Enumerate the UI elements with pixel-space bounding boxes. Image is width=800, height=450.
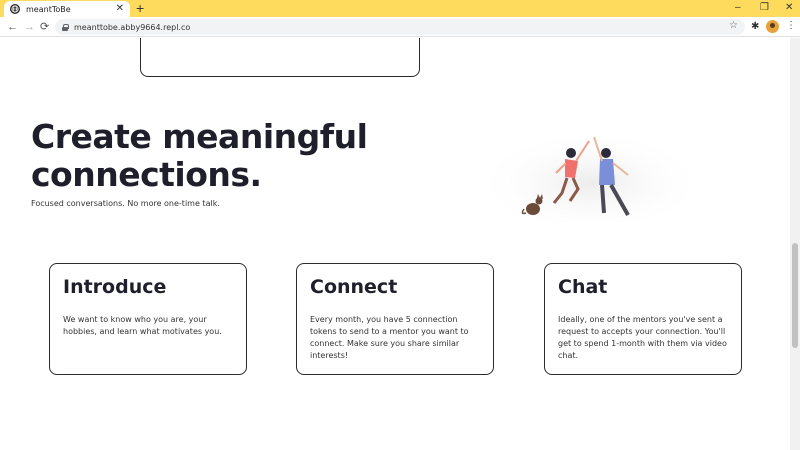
- back-button[interactable]: ←: [7, 20, 18, 34]
- feature-title: Introduce: [63, 276, 167, 298]
- lock-icon: [62, 23, 69, 31]
- hero-headline: Create meaningful connections.: [31, 117, 368, 194]
- restore-button[interactable]: ❐: [760, 2, 769, 13]
- profile-avatar[interactable]: [766, 20, 779, 33]
- tab-bar: meantToBe ✕ + – ❐ ✕: [0, 0, 800, 17]
- feature-title: Connect: [310, 276, 398, 298]
- minimize-button[interactable]: –: [735, 2, 741, 13]
- tab-title: meantToBe: [26, 4, 71, 14]
- feature-text: Every month, you have 5 connection token…: [310, 315, 469, 360]
- feature-card-chat: Chat Ideally, one of the mentors you've …: [544, 263, 742, 375]
- new-tab-button[interactable]: +: [136, 1, 144, 15]
- extensions-icon[interactable]: ✱: [751, 21, 759, 32]
- forward-button[interactable]: →: [24, 20, 35, 34]
- feature-title: Chat: [558, 276, 608, 298]
- previous-section-card: [140, 38, 420, 77]
- hero-subline: Focused conversations. No more one-time …: [31, 199, 220, 208]
- browser-toolbar: ← → ⟳ meanttobe.abby9664.repl.co ☆ ✱ ⋮: [0, 17, 800, 37]
- page-scrollbar[interactable]: [790, 38, 800, 450]
- browser-tab[interactable]: meantToBe ✕: [4, 1, 130, 17]
- reload-button[interactable]: ⟳: [40, 20, 49, 34]
- high-five-illustration: [486, 130, 696, 223]
- page-viewport: Create meaningful connections. Focused c…: [0, 38, 790, 450]
- address-bar[interactable]: meanttobe.abby9664.repl.co ☆: [55, 19, 745, 35]
- feature-text: Ideally, one of the mentors you've sent …: [558, 315, 727, 360]
- bookmark-star-icon[interactable]: ☆: [729, 20, 738, 31]
- browser-menu-icon[interactable]: ⋮: [786, 20, 796, 31]
- feature-card-introduce: Introduce We want to know who you are, y…: [49, 263, 247, 375]
- feature-text: We want to know who you are, your hobbie…: [63, 315, 222, 336]
- close-window-button[interactable]: ✕: [785, 2, 793, 13]
- tab-close-icon[interactable]: ✕: [116, 4, 124, 14]
- url-text[interactable]: meanttobe.abby9664.repl.co: [74, 23, 190, 32]
- feature-card-connect: Connect Every month, you have 5 connecti…: [296, 263, 494, 375]
- scrollbar-thumb[interactable]: [792, 243, 798, 348]
- globe-icon: [10, 4, 20, 14]
